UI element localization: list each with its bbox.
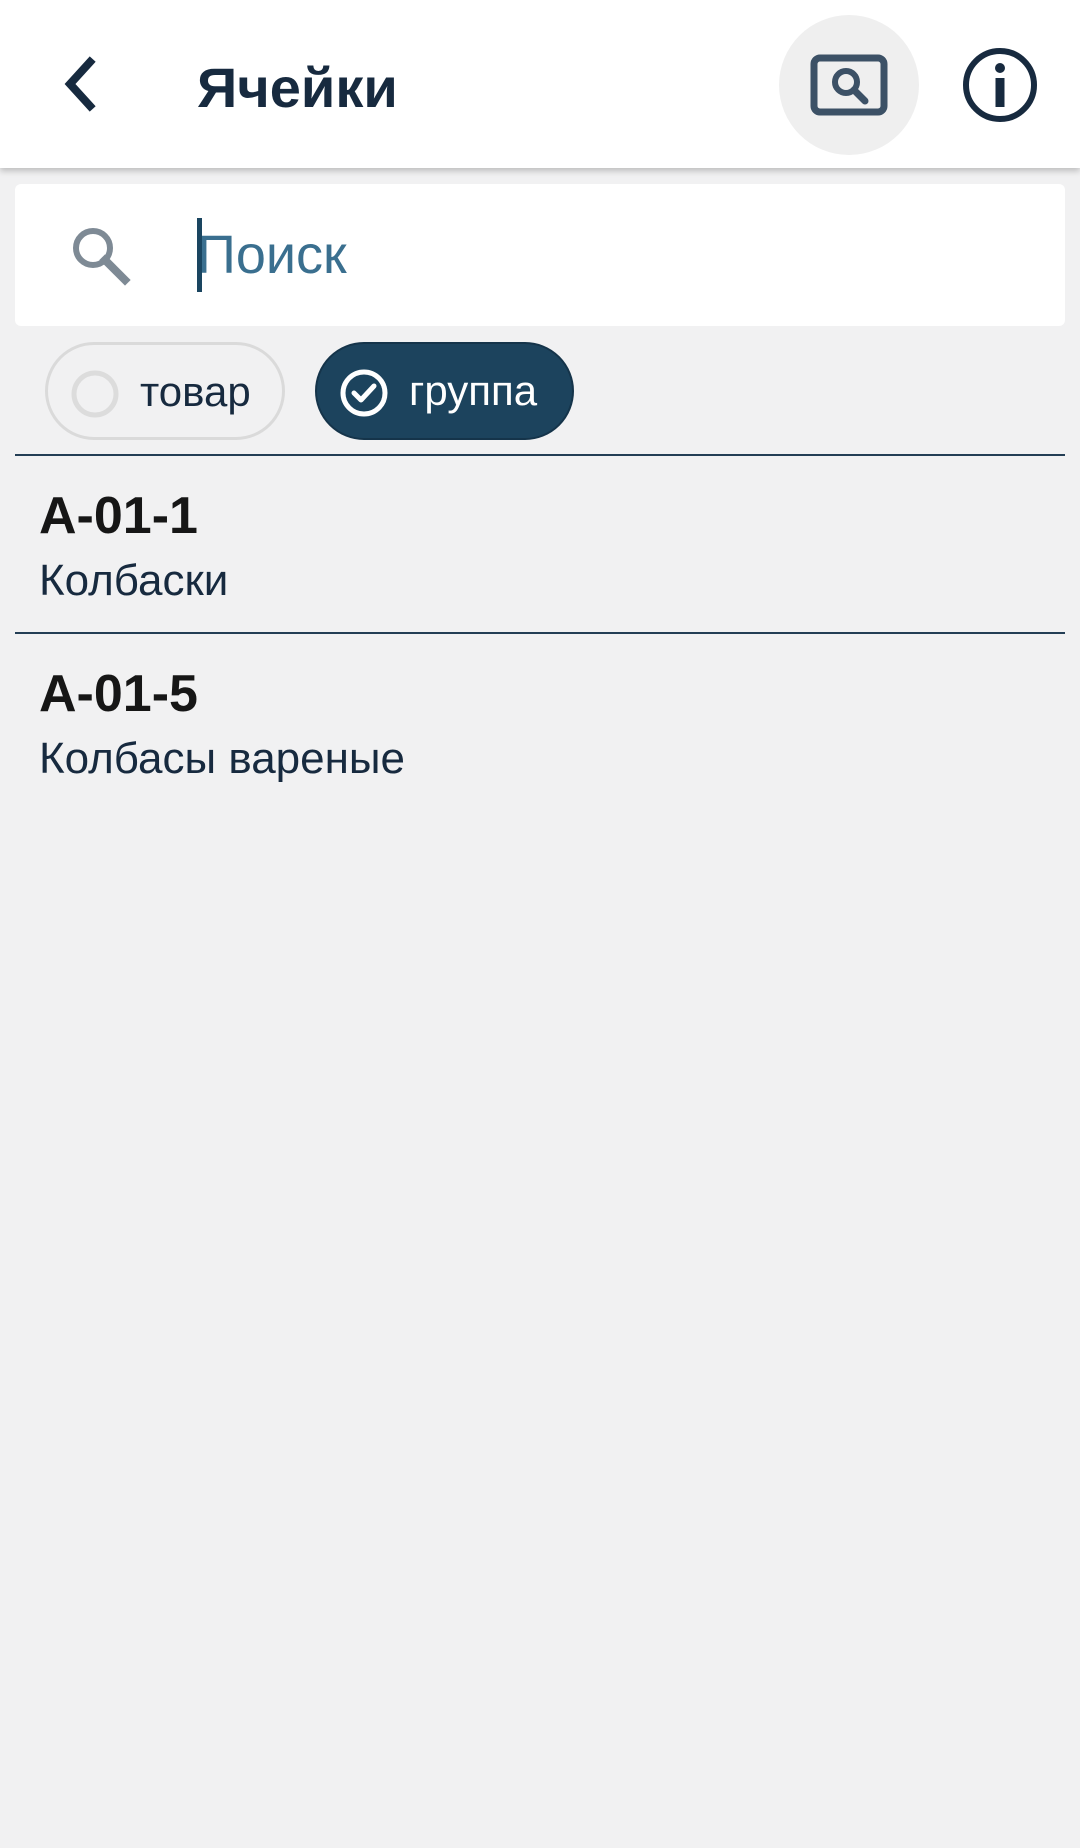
- scan-search-icon: [810, 54, 888, 116]
- scan-search-button[interactable]: [779, 15, 919, 155]
- chevron-left-icon: [64, 56, 96, 112]
- app-bar: Ячейки: [0, 0, 1080, 168]
- list-item[interactable]: A-01-1 Колбаски: [15, 456, 1065, 632]
- filter-chip-label: товар: [140, 368, 251, 415]
- list-item[interactable]: A-01-5 Колбасы вареные: [15, 634, 1065, 810]
- search-icon: [73, 228, 131, 286]
- search-input[interactable]: [197, 208, 1037, 302]
- search-box[interactable]: [15, 184, 1065, 326]
- radio-unchecked-icon: [71, 370, 119, 418]
- cell-group-name: Колбаски: [39, 556, 229, 605]
- cell-code: A-01-1: [39, 487, 198, 545]
- cell-code: A-01-5: [39, 665, 198, 723]
- page-title: Ячейки: [197, 56, 398, 119]
- cell-group-name: Колбасы вареные: [39, 734, 406, 783]
- text-cursor: [197, 218, 202, 292]
- filter-chip-label: группа: [409, 367, 538, 414]
- info-button[interactable]: [950, 35, 1050, 135]
- filter-chip-group[interactable]: группа: [315, 342, 574, 440]
- check-circle-icon: [340, 369, 388, 417]
- back-button[interactable]: [40, 44, 120, 124]
- info-icon: [963, 48, 1037, 122]
- filter-chip-goods[interactable]: товар: [45, 342, 285, 440]
